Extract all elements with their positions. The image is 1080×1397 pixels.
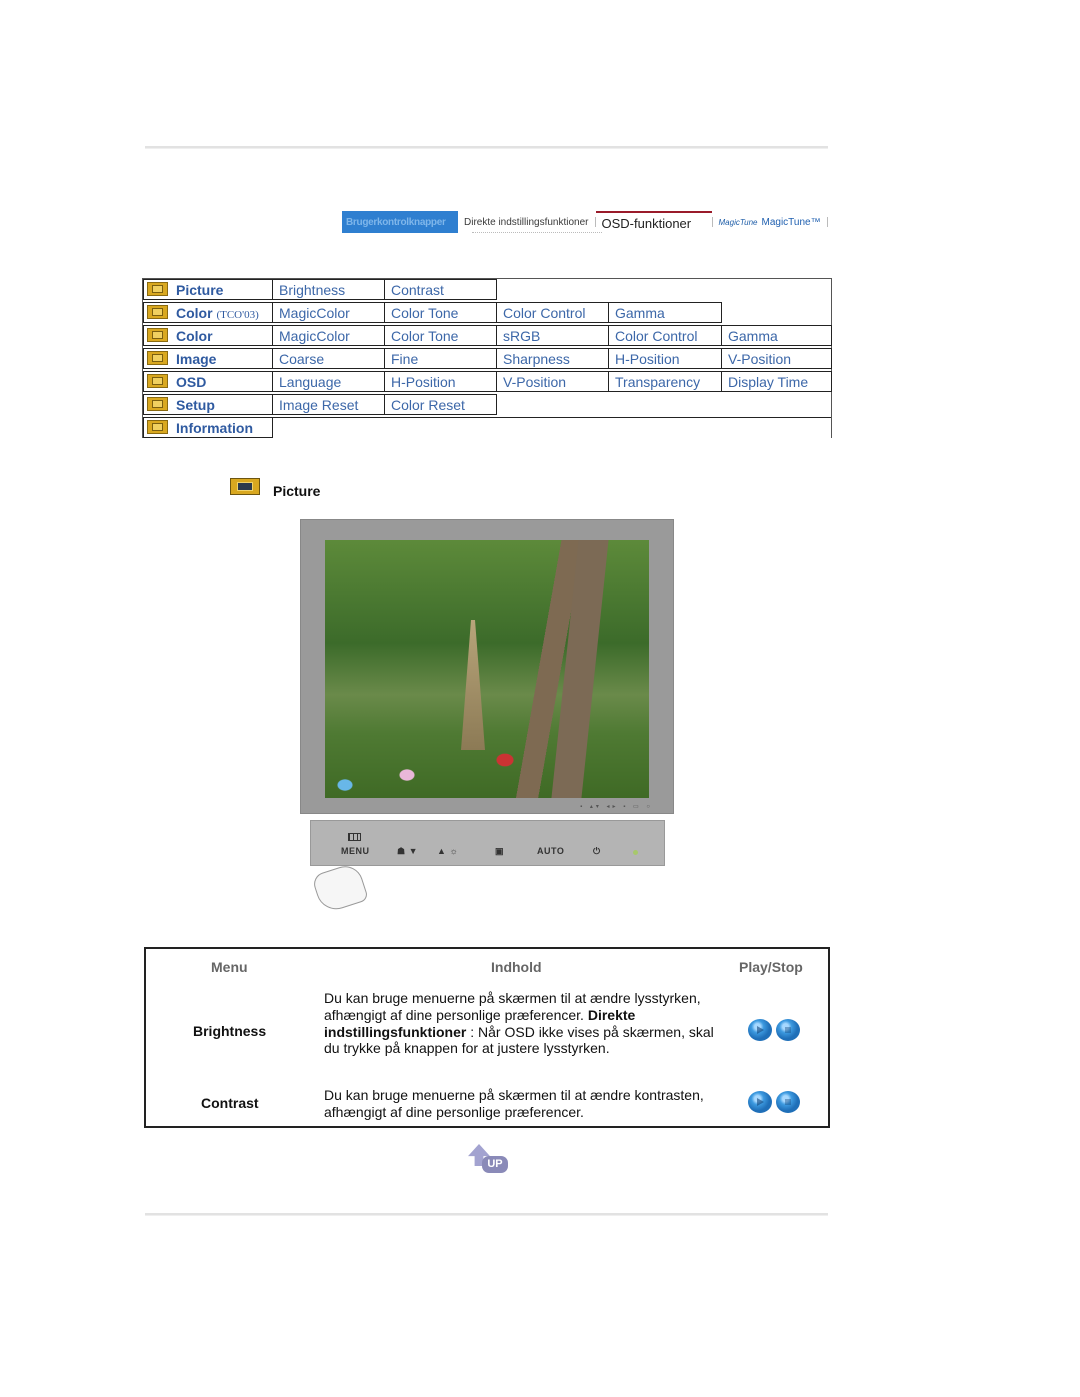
tab-magictune-label: MagicTune™ (761, 216, 821, 228)
submenu-color-tone[interactable]: Color Tone (384, 302, 497, 323)
section-title: Picture (273, 483, 321, 499)
power-indicator-led (633, 850, 638, 855)
top-divider (145, 146, 828, 149)
row-text-main: Du kan bruge menuerne på skærmen til at … (324, 1087, 704, 1120)
submenu-language[interactable]: Language (272, 371, 385, 392)
header-content: Indhold (491, 959, 542, 975)
header-menu: Menu (211, 959, 248, 975)
tab-direkte-indstillingsfunktioner[interactable]: Direkte indstillingsfunktioner (458, 211, 595, 233)
tab-separator (826, 217, 828, 227)
menu-item-picture[interactable]: Picture (143, 279, 273, 300)
tab-underline (472, 232, 602, 233)
osd-menu-table: Picture Brightness Contrast Color (TCO'03) M… (142, 278, 832, 438)
submenu-color-tone[interactable]: Color Tone (384, 325, 497, 346)
stop-button[interactable] (776, 1019, 800, 1041)
submenu-contrast[interactable]: Contrast (384, 279, 497, 300)
osd-icon (147, 374, 168, 388)
submenu-coarse[interactable]: Coarse (272, 348, 385, 369)
power-button[interactable]: ⏻ (593, 846, 601, 857)
submenu-v-position[interactable]: V-Position (496, 371, 609, 392)
submenu-display-time[interactable]: Display Time (721, 371, 832, 392)
menu-item-information[interactable]: Information (143, 417, 273, 438)
submenu-transparency[interactable]: Transparency (608, 371, 722, 392)
stop-button[interactable] (776, 1091, 800, 1113)
play-button[interactable] (748, 1019, 772, 1041)
submenu-magiccolor[interactable]: MagicColor (272, 325, 385, 346)
color-icon (147, 305, 168, 319)
row-text-main: Du kan bruge menuerne på skærmen til at … (324, 990, 701, 1023)
monitor-illustration: ▪ ▴▾ ◂▸ ▪ ▭ ○ (300, 519, 674, 814)
submenu-color-reset[interactable]: Color Reset (384, 394, 497, 415)
monitor-bezel-buttons: ▪ ▴▾ ◂▸ ▪ ▭ ○ (580, 804, 653, 810)
menu-item-label: Color (176, 328, 213, 344)
tab-magictune[interactable]: MagicTune MagicTune™ (713, 211, 827, 233)
row-text-brightness: Du kan bruge menuerne på skærmen til at … (324, 990, 724, 1057)
menu-item-label: Image (176, 351, 217, 367)
submenu-gamma[interactable]: Gamma (721, 325, 832, 346)
submenu-sharpness[interactable]: Sharpness (496, 348, 609, 369)
row-name-brightness: Brightness (193, 1023, 267, 1039)
tab-osd-funktioner[interactable]: OSD-funktioner (595, 211, 712, 233)
submenu-srgb[interactable]: sRGB (496, 325, 609, 346)
play-button[interactable] (748, 1091, 772, 1113)
submenu-fine[interactable]: Fine (384, 348, 497, 369)
submenu-brightness[interactable]: Brightness (272, 279, 385, 300)
submenu-image-reset[interactable]: Image Reset (272, 394, 385, 415)
tree-trunk-image (551, 540, 609, 798)
empty-cell (272, 417, 831, 438)
monitor-screen-garden-photo (325, 540, 649, 798)
submenu-h-position[interactable]: H-Position (384, 371, 497, 392)
menu-item-image[interactable]: Image (143, 348, 273, 369)
picture-icon (147, 282, 168, 296)
menu-item-label: Setup (176, 397, 215, 413)
submenu-magiccolor[interactable]: MagicColor (272, 302, 385, 323)
row-name-contrast: Contrast (201, 1095, 259, 1111)
source-icon: ▣ (495, 846, 505, 856)
auto-button[interactable]: AUTO (537, 846, 564, 856)
menu-button[interactable]: MENU (341, 846, 370, 856)
description-table: Menu Indhold Play/Stop Brightness Du kan… (144, 947, 830, 1128)
menu-item-label: Information (176, 420, 253, 436)
magictune-logo-icon: MagicTune (718, 217, 758, 227)
information-icon (147, 420, 168, 434)
pointing-hand-icon (310, 861, 370, 915)
menu-item-label: Color (176, 305, 213, 321)
source-button[interactable]: ▣ (495, 846, 504, 857)
tab-brugerkontrolknapper[interactable]: Brugerkontrolknapper (342, 211, 458, 233)
menu-item-setup[interactable]: Setup (143, 394, 273, 415)
image-icon (147, 351, 168, 365)
submenu-color-control[interactable]: Color Control (608, 325, 722, 346)
submenu-gamma[interactable]: Gamma (608, 302, 722, 323)
monitor-control-panel: MENU ☗ ▼ ▲ ☼ ▣ AUTO ⏻ (310, 820, 665, 866)
up-label: UP (482, 1156, 508, 1173)
pagoda-image (461, 620, 485, 750)
menu-item-osd[interactable]: OSD (143, 371, 273, 392)
magicbright-icon: ☗ (397, 846, 406, 856)
power-icon: ⏻ (593, 846, 601, 856)
menu-item-suffix: (TCO'03) (216, 309, 259, 321)
setup-icon (147, 397, 168, 411)
color-icon (147, 328, 168, 342)
down-arrow-icon: ▼ (408, 846, 419, 856)
nav-tabs: Brugerkontrolknapper Direkte indstilling… (342, 210, 848, 234)
menu-button-icon (348, 833, 361, 841)
row-text-contrast: Du kan bruge menuerne på skærmen til at … (324, 1087, 724, 1121)
back-to-top-button[interactable]: UP (466, 1144, 510, 1176)
magicbright-down-button[interactable]: ☗ ▼ (397, 846, 418, 857)
menu-item-color[interactable]: Color (TCO'03) (143, 302, 273, 323)
menu-item-label: Picture (176, 282, 224, 298)
submenu-color-control[interactable]: Color Control (496, 302, 609, 323)
picture-icon (230, 478, 260, 495)
brightness-icon: ☼ (449, 846, 459, 856)
menu-item-label: OSD (176, 374, 207, 390)
menu-item-color[interactable]: Color (143, 325, 273, 346)
submenu-h-position[interactable]: H-Position (608, 348, 722, 369)
header-play-stop: Play/Stop (739, 959, 803, 975)
up-arrow-icon: ▲ (437, 846, 447, 856)
up-brightness-button[interactable]: ▲ ☼ (437, 846, 458, 856)
submenu-v-position[interactable]: V-Position (721, 348, 832, 369)
bottom-divider (145, 1213, 828, 1216)
